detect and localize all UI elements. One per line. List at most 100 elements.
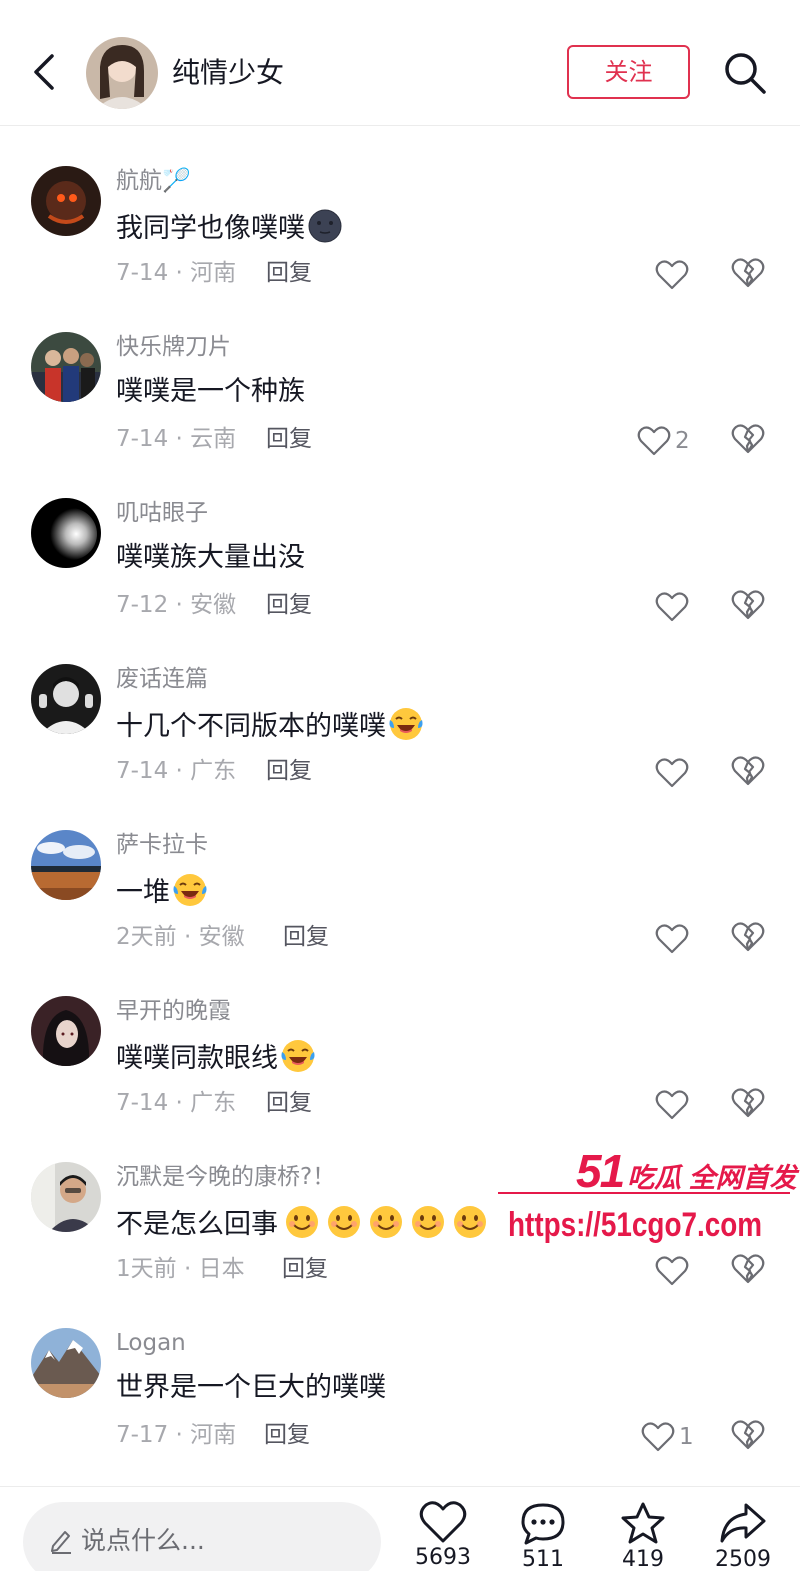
comment-text: 噗噗同款眼线 [116, 1038, 316, 1077]
comment-username[interactable]: 沉默是今晚的康桥?！ [116, 1162, 335, 1192]
share-arrow-icon [720, 1503, 766, 1543]
comment-text: 十几个不同版本的噗噗 [116, 706, 424, 745]
comment-text: 不是怎么回事 [116, 1204, 488, 1243]
search-icon[interactable] [722, 50, 768, 96]
broken-heart-icon [731, 922, 765, 952]
smile-emoji [286, 1206, 318, 1238]
reply-button[interactable]: 回复 [264, 1420, 310, 1450]
like-button[interactable] [655, 590, 689, 624]
watermark: 51 吃瓜 全网首发 https://51cgo7.com [498, 1142, 797, 1252]
watermark-brand: 51 吃瓜 全网首发 [576, 1144, 797, 1198]
broken-heart-icon [731, 756, 765, 786]
smile-emoji [370, 1206, 402, 1238]
comment-body: 噗噗同款眼线 [116, 1043, 278, 1074]
broken-heart-icon [731, 1254, 765, 1284]
user-avatar[interactable] [31, 996, 101, 1066]
bottom-action-bar: 5693 511 419 2509 [0, 1486, 800, 1571]
comment-username[interactable]: Logan [116, 1328, 186, 1358]
comment-location: 河南 [190, 260, 237, 286]
like-action-button[interactable]: 5693 [398, 1501, 488, 1571]
share-action-button[interactable]: 2509 [698, 1501, 788, 1571]
comment-item: 废话连篇 十几个不同版本的噗噗 7-14 · 广东 回复 [0, 664, 800, 830]
reply-button[interactable]: 回复 [266, 756, 312, 786]
comment-username[interactable]: 航航🏸 [116, 166, 191, 196]
comment-action-button[interactable]: 511 [498, 1501, 588, 1571]
dislike-button[interactable] [731, 1088, 767, 1122]
comment-item: Logan 世界是一个巨大的噗噗 7-17 · 河南 回复 1 [0, 1328, 800, 1494]
top-bar: 纯情少女 关注 [0, 0, 800, 126]
reply-button[interactable]: 回复 [283, 922, 329, 952]
comment-location: 安徽 [190, 592, 237, 618]
page-title: 纯情少女 [172, 56, 285, 89]
heart-icon [419, 1501, 467, 1543]
reply-button[interactable]: 回复 [266, 1088, 312, 1118]
comment-input[interactable] [81, 1518, 361, 1562]
broken-heart-icon [731, 258, 765, 288]
user-avatar[interactable] [31, 1162, 101, 1232]
watermark-brand-text: 吃瓜 全网首发 [627, 1163, 797, 1193]
comment-body: 世界是一个巨大的噗噗 [116, 1372, 386, 1403]
comment-action-count: 511 [522, 1547, 564, 1571]
dislike-button[interactable] [731, 1254, 767, 1288]
comment-username[interactable]: 萨卡拉卡 [116, 830, 208, 860]
back-arrow-icon[interactable] [28, 48, 64, 96]
dislike-button[interactable] [731, 756, 767, 790]
dislike-button[interactable] [731, 922, 767, 956]
comment-text: 噗噗是一个种族 [116, 374, 305, 410]
like-button[interactable] [655, 1254, 689, 1288]
comment-date: 7-12 [116, 592, 169, 618]
comment-username[interactable]: 早开的晚霞 [116, 996, 231, 1026]
comment-username[interactable]: 废话连篇 [116, 664, 208, 694]
user-avatar[interactable] [31, 830, 101, 900]
comment-username[interactable]: 快乐牌刀片 [116, 332, 231, 362]
user-avatar[interactable] [31, 498, 101, 568]
user-avatar[interactable] [31, 1328, 101, 1398]
comment-date: 1天前 [116, 1256, 177, 1282]
like-action-count: 5693 [415, 1545, 471, 1570]
comment-location: 安徽 [198, 924, 245, 950]
user-avatar[interactable] [31, 664, 101, 734]
dislike-button[interactable] [731, 590, 767, 624]
like-button[interactable]: 1 [641, 1420, 694, 1454]
comment-item: 航航🏸 我同学也像噗噗 7-14 · 河南 回复 [0, 166, 800, 332]
reply-button[interactable]: 回复 [266, 424, 312, 454]
share-action-count: 2509 [715, 1547, 771, 1571]
comment-text: 世界是一个巨大的噗噗 [116, 1370, 386, 1406]
broken-heart-icon [731, 424, 765, 454]
smile-emoji [412, 1206, 444, 1238]
comment-text: 噗噗族大量出没 [116, 540, 305, 576]
comment-meta: 7-12 · 安徽 [116, 592, 237, 618]
like-button[interactable] [655, 258, 689, 292]
comment-meta: 7-14 · 广东 [116, 758, 237, 784]
comment-item: 萨卡拉卡 一堆 2天前 · 安徽 回复 [0, 830, 800, 996]
dislike-button[interactable] [731, 258, 767, 292]
crying-laughing-emoji [389, 708, 423, 740]
comment-date: 7-14 [116, 1090, 169, 1116]
watermark-url: https://51cgo7.com [508, 1206, 763, 1244]
comment-date: 7-14 [116, 426, 169, 452]
comment-meta: 1天前 · 日本 [116, 1256, 245, 1282]
reply-button[interactable]: 回复 [266, 590, 312, 620]
comment-input-box[interactable] [23, 1502, 381, 1571]
comment-meta: 7-17 · 河南 [116, 1422, 237, 1448]
user-avatar[interactable] [31, 166, 101, 236]
like-button[interactable] [655, 756, 689, 790]
author-avatar[interactable] [86, 37, 158, 109]
crying-laughing-emoji [281, 1040, 315, 1072]
follow-button[interactable]: 关注 [567, 45, 690, 99]
dislike-button[interactable] [731, 1420, 767, 1454]
like-button[interactable] [655, 922, 689, 956]
like-button[interactable]: 2 [637, 424, 690, 458]
comment-date: 7-14 [116, 758, 169, 784]
reply-button[interactable]: 回复 [266, 258, 312, 288]
comment-username[interactable]: 叽咕眼子 [116, 498, 208, 528]
comment-location: 云南 [190, 426, 237, 452]
like-button[interactable] [655, 1088, 689, 1122]
reply-button[interactable]: 回复 [282, 1254, 328, 1284]
favorite-action-button[interactable]: 419 [598, 1501, 688, 1571]
dislike-button[interactable] [731, 424, 767, 458]
heart-icon [655, 758, 689, 788]
pencil-icon [51, 1531, 71, 1554]
user-avatar[interactable] [31, 332, 101, 402]
broken-heart-icon [731, 1420, 765, 1450]
